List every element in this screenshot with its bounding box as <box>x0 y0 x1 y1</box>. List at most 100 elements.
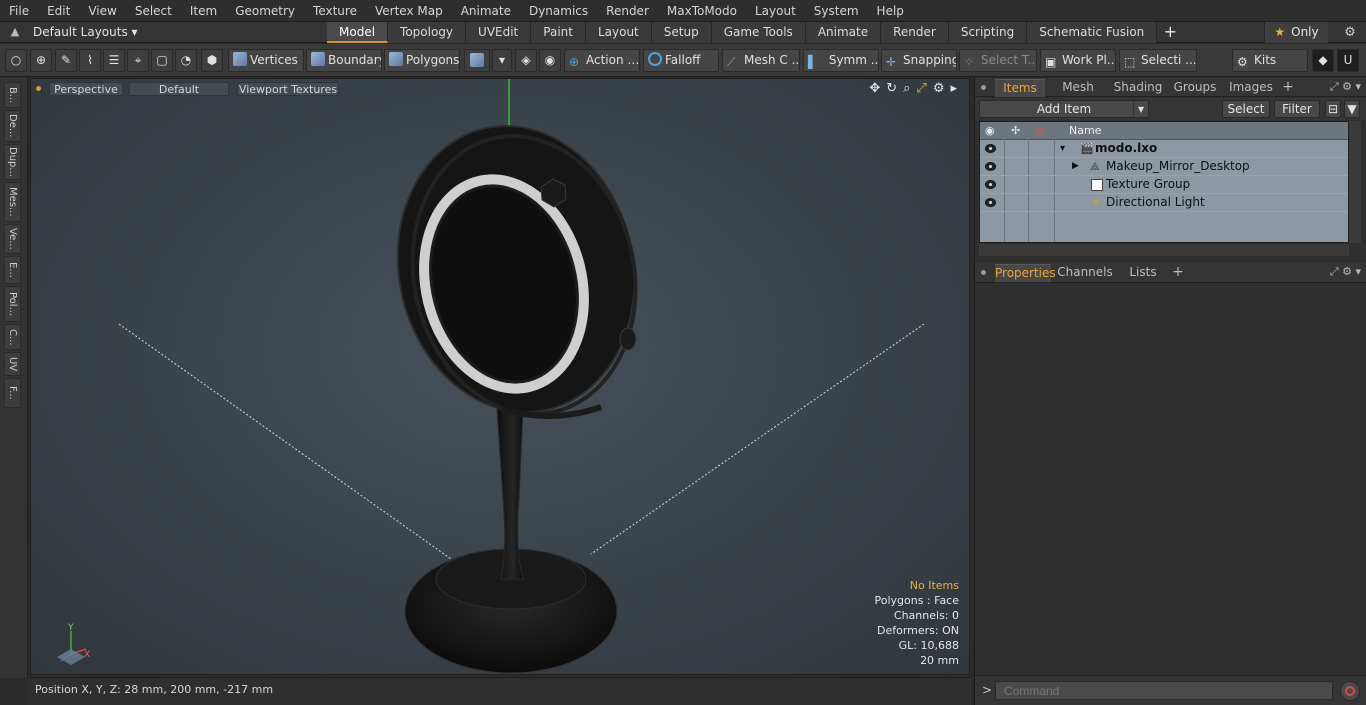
strip-tab-de[interactable]: De... <box>4 110 21 142</box>
brush-icon[interactable]: ⌇ <box>79 49 101 72</box>
globe-icon[interactable]: ⊕ <box>30 49 52 72</box>
gear-icon[interactable]: ⚙ <box>1340 22 1360 43</box>
expand-toggle-icon[interactable]: ▾ <box>1060 140 1065 157</box>
strip-tab-ve[interactable]: Ve... <box>4 224 21 254</box>
tab-mesh-ops[interactable]: Mesh Ops <box>1049 79 1107 111</box>
add-tab-icon[interactable]: + <box>1157 22 1183 43</box>
add-panel-tab-icon[interactable]: + <box>1281 79 1295 97</box>
menu-select[interactable]: Select <box>126 0 181 22</box>
center-icon[interactable]: ⌖ <box>127 49 149 72</box>
tab-render[interactable]: Render <box>881 22 949 43</box>
tab-items[interactable]: Items <box>995 79 1045 97</box>
polygons-button[interactable]: Polygons <box>384 49 460 72</box>
menu-texture[interactable]: Texture <box>304 0 366 22</box>
tab-model[interactable]: Model <box>327 22 389 43</box>
strip-tab-c[interactable]: C... <box>4 324 21 350</box>
menu-dynamics[interactable]: Dynamics <box>520 0 597 22</box>
fit-icon[interactable]: ⤢ <box>916 81 926 96</box>
strip-tab-b[interactable]: B... <box>4 82 21 108</box>
pen-icon[interactable]: ✎ <box>55 49 77 72</box>
viewport-menu-dot[interactable] <box>36 86 41 91</box>
tab-animate[interactable]: Animate <box>805 22 882 43</box>
zoom-icon[interactable]: ⌕ <box>903 81 910 96</box>
panel-menu-dot[interactable] <box>981 85 986 90</box>
select-button[interactable]: Select <box>1222 100 1270 118</box>
strip-tab-uv[interactable]: UV <box>4 352 21 376</box>
tab-uvedit[interactable]: UVEdit <box>466 22 532 43</box>
layout-collapse-icon[interactable]: ▲ <box>8 25 22 39</box>
unreal-icon[interactable]: U <box>1337 49 1359 72</box>
falloff-button[interactable]: Falloff <box>643 49 719 72</box>
eye-icon[interactable] <box>985 180 996 189</box>
strip-tab-pol[interactable]: Pol... <box>4 286 21 322</box>
lock-column-icon[interactable]: ✢ <box>1011 122 1020 139</box>
tab-properties[interactable]: Properties <box>995 264 1056 282</box>
menu-layout[interactable]: Layout <box>746 0 805 22</box>
list-item[interactable]: ☀ Directional Light <box>980 194 1348 212</box>
view-mode-button[interactable]: Perspective <box>49 82 123 96</box>
eye-icon[interactable] <box>985 198 996 207</box>
menu-system[interactable]: System <box>805 0 868 22</box>
record-icon[interactable] <box>1340 681 1360 701</box>
pivot-icon[interactable]: ◉ <box>539 49 561 72</box>
3d-viewport[interactable]: Y X Perspective Default Viewport Texture… <box>30 78 970 675</box>
list-item[interactable]: Texture Group <box>980 176 1348 194</box>
circle-select-icon[interactable]: ○ <box>5 49 27 72</box>
menu-item[interactable]: Item <box>181 0 226 22</box>
mode-dropdown-icon[interactable]: ▾ <box>492 49 512 72</box>
menu-animate[interactable]: Animate <box>452 0 520 22</box>
shading-button[interactable]: Default <box>129 82 229 96</box>
menu-edit[interactable]: Edit <box>38 0 79 22</box>
snapping-button[interactable]: ✛ Snapping <box>881 49 957 72</box>
strip-tab-e[interactable]: E... <box>4 256 21 284</box>
tab-game-tools[interactable]: Game Tools <box>711 22 806 43</box>
layout-dropdown[interactable]: Default Layouts ▾ <box>33 22 138 43</box>
unity-icon[interactable]: ◆ <box>1312 49 1334 72</box>
tab-schematic-fusion[interactable]: Schematic Fusion <box>1027 22 1158 43</box>
visibility-column-icon[interactable]: ◉ <box>985 122 995 139</box>
tab-topology[interactable]: Topology <box>388 22 467 43</box>
render-column-icon[interactable]: ⟁ <box>1035 122 1045 139</box>
tab-layout[interactable]: Layout <box>585 22 652 43</box>
shield-icon[interactable]: ⬢ <box>201 49 223 72</box>
tab-images[interactable]: Images <box>1225 79 1277 97</box>
list-item[interactable]: ▾ 🎬 modo.lxo <box>980 140 1348 158</box>
eye-icon[interactable] <box>985 144 996 153</box>
collapse-icon[interactable]: ⊟ <box>1325 100 1341 118</box>
action-button[interactable]: ⊕ Action … <box>564 49 640 72</box>
kits-button[interactable]: ⚙ Kits <box>1232 49 1308 72</box>
frame-icon[interactable]: ▢ <box>151 49 173 72</box>
item-list-hscroll[interactable] <box>979 244 1349 256</box>
item-mode-icon[interactable] <box>464 49 490 72</box>
clock-icon[interactable]: ◔ <box>175 49 197 72</box>
command-chevron-icon[interactable]: > <box>982 683 992 697</box>
expand-right-icon[interactable]: ▸ <box>950 81 957 96</box>
panel-options-icon[interactable]: ⤢ ⚙ ▾ <box>1330 265 1361 279</box>
command-input[interactable] <box>995 681 1333 700</box>
panel-menu-dot[interactable] <box>981 270 986 275</box>
boundary-button[interactable]: Boundary <box>306 49 382 72</box>
funnel-icon[interactable]: ▼ <box>1344 100 1360 118</box>
tab-groups[interactable]: Groups <box>1169 79 1221 97</box>
mesh-constraint-button[interactable]: ⟋ Mesh C ... <box>722 49 800 72</box>
item-list-vscroll[interactable] <box>1349 121 1361 243</box>
work-plane-button[interactable]: ▣ Work Pl... <box>1040 49 1116 72</box>
viewport-gear-icon[interactable]: ⚙ <box>933 81 945 96</box>
tab-paint[interactable]: Paint <box>531 22 586 43</box>
align-icon[interactable]: ☰ <box>103 49 125 72</box>
menu-view[interactable]: View <box>79 0 125 22</box>
menu-maxtomodo[interactable]: MaxToModo <box>658 0 746 22</box>
menu-geometry[interactable]: Geometry <box>226 0 304 22</box>
rotate-view-icon[interactable]: ↻ <box>886 81 897 96</box>
tab-lists[interactable]: Lists <box>1119 264 1167 282</box>
menu-vertex-map[interactable]: Vertex Map <box>366 0 452 22</box>
panel-options-icon[interactable]: ⤢ ⚙ ▾ <box>1330 80 1361 94</box>
symmetry-button[interactable]: ▌ Symm ... <box>803 49 879 72</box>
eye-icon[interactable] <box>985 162 996 171</box>
tab-channels[interactable]: Channels <box>1057 264 1113 282</box>
select-through-button[interactable]: ⁘ Select T... <box>959 49 1037 72</box>
selection-sets-button[interactable]: ⬚ Selecti ... <box>1119 49 1197 72</box>
tab-setup[interactable]: Setup <box>651 22 712 43</box>
material-icon[interactable]: ◈ <box>515 49 537 72</box>
tab-scripting[interactable]: Scripting <box>948 22 1028 43</box>
